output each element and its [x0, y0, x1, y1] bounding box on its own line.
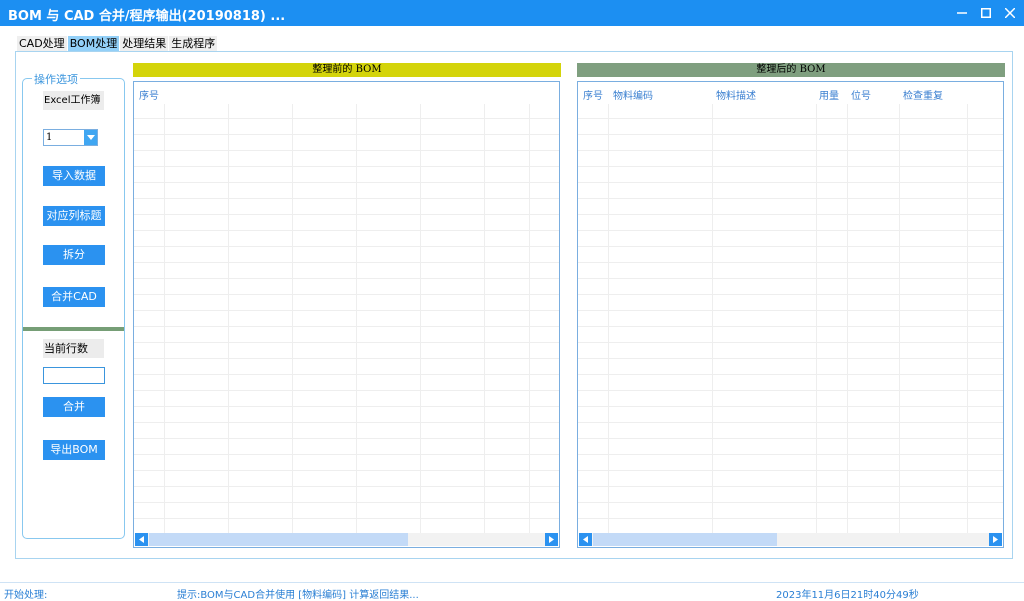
export-bom-button[interactable]: 导出BOM — [43, 440, 105, 460]
grid-column-line — [608, 104, 609, 533]
status-datetime: 2023年11月6日21时40分49秒 — [776, 590, 919, 601]
column-header[interactable]: 序号 — [139, 87, 159, 102]
arrow-right-icon — [993, 536, 998, 543]
before-bom-title: 整理前的 BOM — [312, 64, 382, 75]
after-bom-title: 整理后的 BOM — [756, 64, 826, 75]
horizontal-scrollbar[interactable] — [135, 533, 558, 546]
maximize-icon — [981, 8, 991, 18]
horizontal-scrollbar[interactable] — [579, 533, 1002, 546]
before-bom-header: 整理前的 BOM — [133, 63, 561, 77]
arrow-left-icon — [583, 536, 588, 543]
tab-results[interactable]: 处理结果 — [120, 36, 169, 51]
grid-column-line — [484, 104, 485, 533]
tab-bom-processing[interactable]: BOM处理 — [67, 36, 120, 51]
grid-rows — [578, 103, 1003, 533]
merge-button[interactable]: 合并 — [43, 397, 105, 417]
status-bar: 开始处理: 提示:BOM与CAD合并使用 [物料编码] 计算返回结果... 20… — [0, 582, 1024, 601]
grid-column-line — [356, 104, 357, 533]
grid-column-line — [712, 104, 713, 533]
status-hint: 提示:BOM与CAD合并使用 [物料编码] 计算返回结果... — [177, 590, 419, 601]
grid-column-line — [899, 104, 900, 533]
window-title: BOM 与 CAD 合并/程序输出(20190818) ... — [8, 9, 286, 24]
column-header[interactable]: 位号 — [851, 87, 871, 102]
grid-column-line — [529, 104, 530, 533]
before-bom-grid[interactable]: 序号 — [133, 81, 560, 548]
grid-column-line — [292, 104, 293, 533]
current-rows-input[interactable] — [43, 367, 105, 384]
map-column-titles-button[interactable]: 对应列标题 — [43, 206, 105, 226]
minimize-icon — [957, 12, 967, 14]
arrow-left-icon — [139, 536, 144, 543]
grid-column-line — [228, 104, 229, 533]
split-button[interactable]: 拆分 — [43, 245, 105, 265]
close-button[interactable] — [996, 0, 1024, 26]
current-rows-label: 当前行数 — [43, 339, 104, 358]
merge-cad-button[interactable]: 合并CAD — [43, 287, 105, 307]
column-header[interactable]: 序号 — [583, 87, 603, 102]
grid-column-line — [164, 104, 165, 533]
status-left: 开始处理: — [4, 590, 48, 601]
tab-cad-processing[interactable]: CAD处理 — [17, 36, 67, 51]
workbook-select[interactable]: 1 — [43, 129, 98, 146]
grid-column-line — [847, 104, 848, 533]
title-bar: BOM 与 CAD 合并/程序输出(20190818) ... — [0, 0, 1024, 26]
grid-column-line — [816, 104, 817, 533]
workbook-label: Excel工作簿 — [43, 91, 104, 110]
options-group-title: 操作选项 — [32, 71, 80, 87]
scrollbar-thumb[interactable] — [149, 533, 408, 546]
grid-column-line — [967, 104, 968, 533]
scroll-left-button[interactable] — [579, 533, 592, 546]
arrow-right-icon — [549, 536, 554, 543]
after-bom-header: 整理后的 BOM — [577, 63, 1005, 77]
scroll-left-button[interactable] — [135, 533, 148, 546]
column-header[interactable]: 物料编码 — [613, 87, 653, 102]
column-header[interactable]: 用量 — [819, 87, 839, 102]
workbook-select-value: 1 — [46, 132, 53, 143]
grid-rows — [134, 103, 559, 533]
tab-strip: CAD处理 BOM处理 处理结果 生成程序 — [17, 36, 218, 51]
scroll-right-button[interactable] — [545, 533, 558, 546]
grid-column-line — [420, 104, 421, 533]
column-header[interactable]: 物料描述 — [716, 87, 756, 102]
scroll-right-button[interactable] — [989, 533, 1002, 546]
import-data-button[interactable]: 导入数据 — [43, 166, 105, 186]
column-header[interactable]: 检查重复 — [903, 87, 943, 102]
options-groupbox — [22, 78, 125, 539]
close-icon — [1005, 8, 1015, 18]
options-divider — [23, 327, 124, 331]
chevron-down-icon[interactable] — [84, 130, 97, 145]
after-bom-grid[interactable]: 序号 物料编码 物料描述 用量 位号 检查重复 — [577, 81, 1004, 548]
scrollbar-thumb[interactable] — [593, 533, 777, 546]
tab-generate-program[interactable]: 生成程序 — [169, 36, 218, 51]
